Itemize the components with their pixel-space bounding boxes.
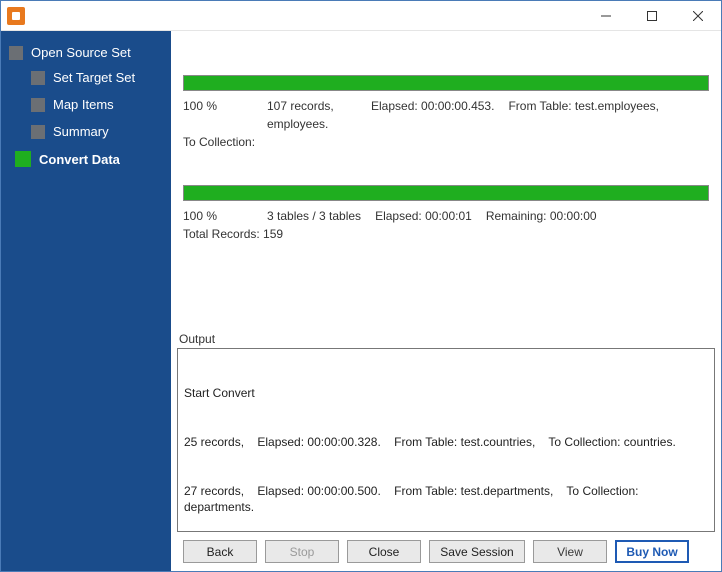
progress1-percent: 100 % xyxy=(183,97,253,133)
close-icon xyxy=(693,11,703,21)
body: Open Source Set Set Target Set Map Items… xyxy=(1,31,721,571)
progress-bar-2 xyxy=(183,185,709,201)
buy-now-button[interactable]: Buy Now xyxy=(615,540,689,563)
step-icon xyxy=(31,71,45,85)
wizard-sidebar: Open Source Set Set Target Set Map Items… xyxy=(1,31,171,571)
step-icon xyxy=(9,46,23,60)
progress-info-2: 100 % 3 tables / 3 tables Elapsed: 00:00… xyxy=(183,207,709,243)
view-button[interactable]: View xyxy=(533,540,607,563)
titlebar xyxy=(1,1,721,31)
sidebar-item-set-target[interactable]: Set Target Set xyxy=(1,64,171,91)
output-line: 27 records, Elapsed: 00:00:00.500. From … xyxy=(184,483,708,515)
progress-section: 100 % 107 records, employees. Elapsed: 0… xyxy=(177,35,715,332)
progress2-tables: 3 tables / 3 tables xyxy=(267,207,361,225)
button-bar: Back Stop Close Save Session View Buy No… xyxy=(177,532,715,565)
sidebar-root-label: Open Source Set xyxy=(31,45,131,60)
sidebar-item-convert-data[interactable]: Convert Data xyxy=(1,145,171,173)
progress2-remaining: Remaining: 00:00:00 xyxy=(486,207,597,225)
step-icon xyxy=(31,125,45,139)
progress-bar-1 xyxy=(183,75,709,91)
sidebar-item-map-items[interactable]: Map Items xyxy=(1,91,171,118)
maximize-icon xyxy=(647,11,657,21)
progress1-elapsed: Elapsed: 00:00:00.453. xyxy=(371,97,494,133)
sidebar-item-label: Convert Data xyxy=(39,152,120,167)
stop-button[interactable]: Stop xyxy=(265,540,339,563)
app-window: Open Source Set Set Target Set Map Items… xyxy=(0,0,722,572)
output-line: Start Convert xyxy=(184,385,708,401)
progress1-records: 107 records, employees. xyxy=(267,97,357,133)
back-button[interactable]: Back xyxy=(183,540,257,563)
app-icon xyxy=(7,7,25,25)
sidebar-item-label: Summary xyxy=(53,124,109,139)
progress2-elapsed: Elapsed: 00:00:01 xyxy=(375,207,472,225)
sidebar-item-label: Map Items xyxy=(53,97,114,112)
sidebar-item-label: Set Target Set xyxy=(53,70,135,85)
progress2-percent: 100 % xyxy=(183,207,253,225)
active-step-icon xyxy=(15,151,31,167)
minimize-button[interactable] xyxy=(583,1,629,31)
progress2-total: Total Records: 159 xyxy=(183,225,283,243)
close-button[interactable] xyxy=(675,1,721,31)
sidebar-root-open-source[interactable]: Open Source Set xyxy=(1,41,171,64)
output-section: Output Start Convert 25 records, Elapsed… xyxy=(177,332,715,532)
output-log[interactable]: Start Convert 25 records, Elapsed: 00:00… xyxy=(177,348,715,532)
output-label: Output xyxy=(177,332,715,348)
minimize-icon xyxy=(601,11,611,21)
progress-info-1: 100 % 107 records, employees. Elapsed: 0… xyxy=(183,97,709,151)
progress1-to: To Collection: xyxy=(183,133,255,151)
step-icon xyxy=(31,98,45,112)
save-session-button[interactable]: Save Session xyxy=(429,540,525,563)
maximize-button[interactable] xyxy=(629,1,675,31)
main-panel: 100 % 107 records, employees. Elapsed: 0… xyxy=(171,31,721,571)
sidebar-item-summary[interactable]: Summary xyxy=(1,118,171,145)
output-line: 25 records, Elapsed: 00:00:00.328. From … xyxy=(184,434,708,450)
close-dialog-button[interactable]: Close xyxy=(347,540,421,563)
progress1-from: From Table: test.employees, xyxy=(508,97,659,133)
